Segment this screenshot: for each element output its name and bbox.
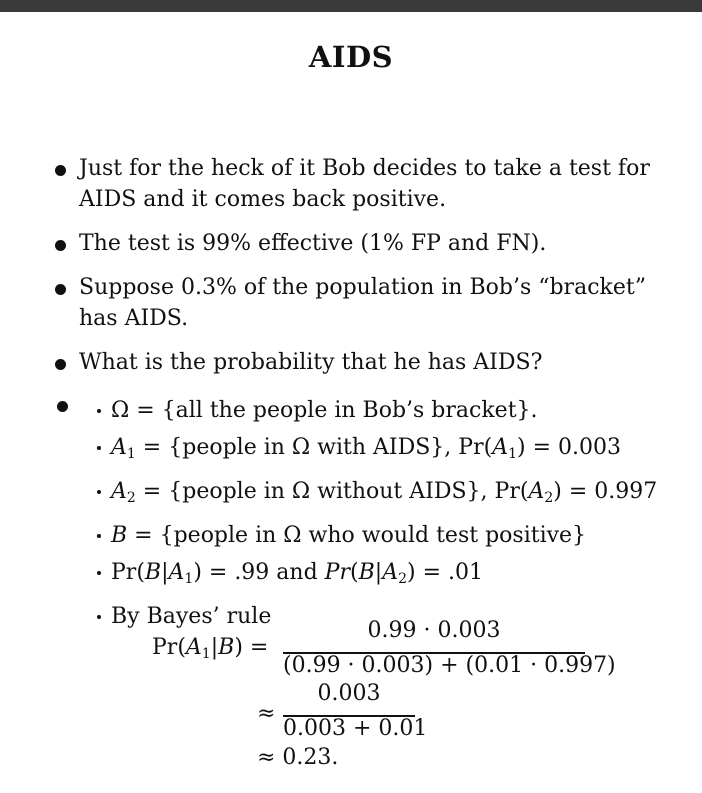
sub-dot-icon [97, 409, 101, 413]
var-a: A [492, 435, 509, 460]
sub-text: ) = .01 [407, 560, 483, 585]
bullet-text: The test is 99% effective (1% FP and FN)… [79, 231, 547, 256]
sub-bullet-list: Ω = {all the people in Bob’s bracket}. A… [97, 392, 677, 635]
var-a: A [168, 560, 185, 585]
sub-item-a2: A2 = {people in Ω without AIDS}, Pr(A2) … [97, 473, 677, 517]
sub-text: ) = 0.003 [517, 435, 621, 460]
slide-title: AIDS [308, 40, 394, 74]
subscript: 2 [398, 571, 407, 587]
bullet-text: What is the probability that he has AIDS… [79, 350, 543, 375]
subscript: 1 [184, 571, 194, 587]
bullet-item: What is the probability that he has AIDS… [55, 347, 665, 378]
var-pr: Pr [324, 560, 350, 585]
bullet-text: Just for the heck of it Bob decides to t… [79, 156, 650, 212]
subscript: 1 [508, 446, 517, 462]
result: ≈ 0.23. [257, 745, 339, 770]
bullet-text: Suppose 0.3% of the population in Bob’s … [79, 275, 646, 331]
bullet-item: Suppose 0.3% of the population in Bob’s … [55, 272, 665, 334]
sub-text: = {people in Ω without AIDS}, Pr( [135, 479, 529, 504]
numerator-1: 0.99 · 0.003 [367, 618, 501, 643]
var-b: B [111, 523, 128, 548]
sub-text: Ω = {all the people in Bob’s bracket}. [111, 398, 538, 423]
sub-text: = {people in Ω with AIDS}, Pr( [135, 435, 493, 460]
lhs-text: Pr( [152, 635, 186, 660]
sub-item-b: B = {people in Ω who would test positive… [97, 517, 677, 554]
sub-dot-icon [97, 615, 101, 619]
formula-lhs: Pr(A1|B) = [152, 635, 269, 662]
var-a: A [528, 479, 545, 504]
sub-text: ) = .99 and [193, 560, 325, 585]
var-a: A [185, 635, 202, 660]
sub-text: By Bayes’ rule [111, 604, 272, 629]
sub-dot-icon [97, 446, 101, 450]
bullet-item: The test is 99% effective (1% FP and FN)… [55, 228, 665, 259]
sub-item-a1: A1 = {people in Ω with AIDS}, Pr(A1) = 0… [97, 429, 677, 473]
numerator-2: 0.003 [317, 681, 381, 706]
sub-item-omega: Ω = {all the people in Bob’s bracket}. [97, 392, 677, 429]
var-a: A [382, 560, 399, 585]
approx-sign: ≈ [257, 701, 276, 726]
var-a: A [111, 435, 127, 460]
var-b: B [218, 635, 235, 660]
subscript: 1 [201, 646, 211, 662]
sub-dot-icon [97, 571, 101, 575]
bullet-list: Just for the heck of it Bob decides to t… [55, 153, 665, 391]
lhs-text: ) = [234, 635, 269, 660]
subscript: 1 [126, 446, 136, 462]
var-b: B [144, 560, 162, 585]
sub-dot-icon [97, 490, 101, 494]
bullet-dot-icon [55, 240, 66, 251]
bullet-dot-icon [55, 284, 66, 295]
subscript: 2 [126, 490, 136, 506]
bullet-item: Just for the heck of it Bob decides to t… [55, 153, 665, 215]
bullet-dot-icon [57, 401, 68, 412]
sub-text: = {people in Ω who would test positive} [127, 523, 587, 548]
denominator-1: (0.99 · 0.003) + (0.01 · 0.997) [283, 653, 616, 678]
var-a: A [111, 479, 127, 504]
var-b: B [358, 560, 375, 585]
sub-text: ) = 0.997 [553, 479, 658, 504]
top-bar [0, 0, 702, 12]
sub-item-conditional: Pr(B|A1) = .99 and Pr(B|A2) = .01 [97, 554, 677, 598]
subscript: 2 [544, 490, 554, 506]
sub-text: Pr( [111, 560, 145, 585]
bullet-dot-icon [55, 359, 66, 370]
bullet-dot-icon [55, 165, 66, 176]
sub-dot-icon [97, 534, 101, 538]
denominator-2: 0.003 + 0.01 [283, 716, 428, 741]
